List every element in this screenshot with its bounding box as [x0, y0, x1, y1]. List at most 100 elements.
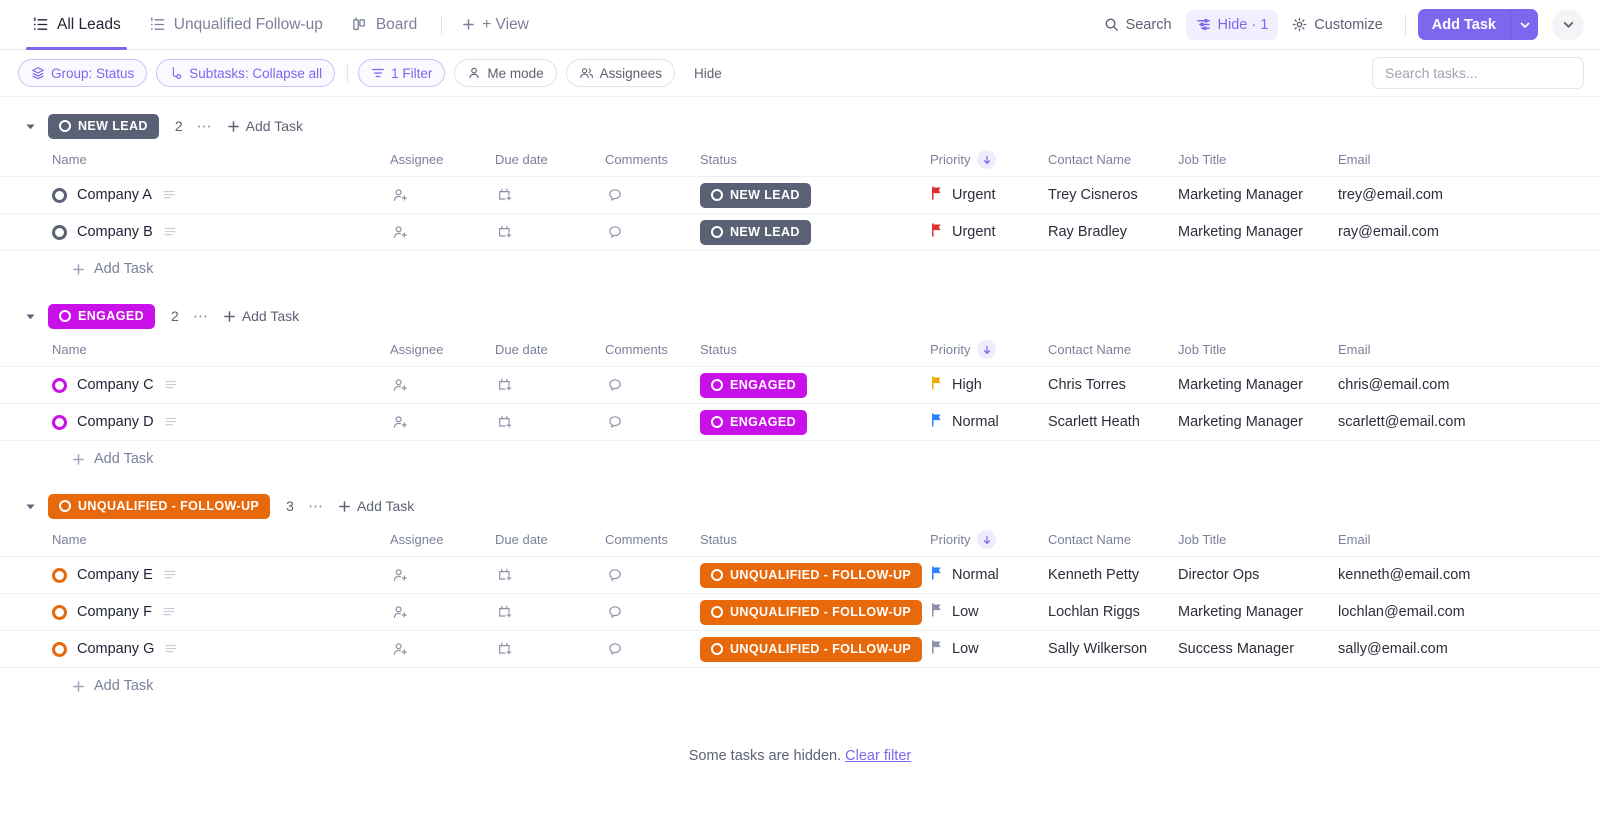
- group-by-chip[interactable]: Group: Status: [18, 59, 147, 87]
- cell-priority[interactable]: Normal: [930, 557, 1048, 594]
- add-due-date-icon[interactable]: [495, 377, 605, 393]
- customize-button[interactable]: Customize: [1282, 10, 1393, 40]
- group-collapse-toggle[interactable]: [20, 501, 40, 512]
- col-header-name[interactable]: Name: [0, 141, 390, 177]
- cell-status[interactable]: NEW LEAD: [700, 214, 930, 251]
- cell-status[interactable]: UNQUALIFIED - FOLLOW-UP: [700, 631, 930, 668]
- col-header-contact-name[interactable]: Contact Name: [1048, 331, 1178, 367]
- cell-contact-name[interactable]: Ray Bradley: [1048, 214, 1178, 251]
- comment-icon[interactable]: [605, 224, 700, 240]
- col-header-email[interactable]: Email: [1338, 331, 1600, 367]
- add-assignee-icon[interactable]: [390, 377, 495, 394]
- cell-status[interactable]: NEW LEAD: [700, 177, 930, 214]
- cell-name[interactable]: Company G: [0, 631, 390, 668]
- task-status-badge[interactable]: ENGAGED: [700, 373, 807, 398]
- cell-due-date[interactable]: [495, 177, 605, 214]
- view-tab-all-leads[interactable]: All Leads: [18, 0, 135, 50]
- cell-priority[interactable]: Normal: [930, 404, 1048, 441]
- comment-icon[interactable]: [605, 377, 700, 393]
- me-mode-chip[interactable]: Me mode: [454, 59, 556, 87]
- cell-priority[interactable]: Low: [930, 594, 1048, 631]
- cell-comments[interactable]: [605, 631, 700, 668]
- table-row[interactable]: Company C ENGAGED: [0, 367, 1600, 404]
- cell-due-date[interactable]: [495, 214, 605, 251]
- group-more-button[interactable]: ⋯: [193, 307, 209, 325]
- task-status-badge[interactable]: UNQUALIFIED - FOLLOW-UP: [700, 600, 922, 625]
- hide-fields-button[interactable]: Hide: [684, 66, 732, 81]
- table-row[interactable]: Company A NEW LEAD: [0, 177, 1600, 214]
- add-assignee-icon[interactable]: [390, 641, 495, 658]
- add-task-row[interactable]: Add Task: [0, 251, 1600, 287]
- add-due-date-icon[interactable]: [495, 187, 605, 203]
- add-due-date-icon[interactable]: [495, 641, 605, 657]
- search-button[interactable]: Search: [1094, 10, 1182, 40]
- add-due-date-icon[interactable]: [495, 567, 605, 583]
- table-row[interactable]: Company D ENGAGED: [0, 404, 1600, 441]
- comment-icon[interactable]: [605, 567, 700, 583]
- task-status-badge[interactable]: ENGAGED: [700, 410, 807, 435]
- cell-comments[interactable]: [605, 214, 700, 251]
- cell-job-title[interactable]: Marketing Manager: [1178, 594, 1338, 631]
- cell-assignee[interactable]: [390, 557, 495, 594]
- cell-comments[interactable]: [605, 177, 700, 214]
- task-status-dot-icon[interactable]: [52, 415, 67, 430]
- group-add-task-button[interactable]: Add Task: [223, 308, 299, 324]
- filter-chip[interactable]: 1 Filter: [358, 59, 445, 87]
- task-status-dot-icon[interactable]: [52, 568, 67, 583]
- cell-assignee[interactable]: [390, 214, 495, 251]
- task-status-dot-icon[interactable]: [52, 225, 67, 240]
- col-header-comments[interactable]: Comments: [605, 521, 700, 557]
- cell-status[interactable]: UNQUALIFIED - FOLLOW-UP: [700, 594, 930, 631]
- col-header-due-date[interactable]: Due date: [495, 141, 605, 177]
- cell-contact-name[interactable]: Lochlan Riggs: [1048, 594, 1178, 631]
- cell-comments[interactable]: [605, 557, 700, 594]
- cell-assignee[interactable]: [390, 367, 495, 404]
- cell-priority[interactable]: High: [930, 367, 1048, 404]
- hide-button[interactable]: Hide · 1: [1186, 10, 1279, 40]
- task-status-dot-icon[interactable]: [52, 642, 67, 657]
- cell-name[interactable]: Company D: [0, 404, 390, 441]
- col-header-email[interactable]: Email: [1338, 521, 1600, 557]
- cell-email[interactable]: trey@email.com: [1338, 177, 1600, 214]
- cell-job-title[interactable]: Success Manager: [1178, 631, 1338, 668]
- add-task-row[interactable]: Add Task: [0, 668, 1600, 704]
- cell-assignee[interactable]: [390, 404, 495, 441]
- col-header-name[interactable]: Name: [0, 521, 390, 557]
- cell-job-title[interactable]: Marketing Manager: [1178, 214, 1338, 251]
- add-assignee-icon[interactable]: [390, 567, 495, 584]
- col-header-job-title[interactable]: Job Title: [1178, 521, 1338, 557]
- col-header-comments[interactable]: Comments: [605, 331, 700, 367]
- search-tasks-input[interactable]: [1385, 65, 1571, 81]
- group-collapse-toggle[interactable]: [20, 311, 40, 322]
- col-header-priority[interactable]: Priority: [930, 331, 1048, 367]
- cell-priority[interactable]: Urgent: [930, 214, 1048, 251]
- col-header-status[interactable]: Status: [700, 141, 930, 177]
- cell-email[interactable]: ray@email.com: [1338, 214, 1600, 251]
- table-row[interactable]: Company F UNQUALIFIED - FOLLOW-: [0, 594, 1600, 631]
- add-assignee-icon[interactable]: [390, 224, 495, 241]
- add-task-dropdown-button[interactable]: [1510, 9, 1538, 40]
- col-header-assignee[interactable]: Assignee: [390, 521, 495, 557]
- comment-icon[interactable]: [605, 604, 700, 620]
- cell-contact-name[interactable]: Kenneth Petty: [1048, 557, 1178, 594]
- cell-status[interactable]: ENGAGED: [700, 367, 930, 404]
- col-header-priority[interactable]: Priority: [930, 141, 1048, 177]
- cell-priority[interactable]: Urgent: [930, 177, 1048, 214]
- col-header-name[interactable]: Name: [0, 331, 390, 367]
- comment-icon[interactable]: [605, 187, 700, 203]
- cell-name[interactable]: Company B: [0, 214, 390, 251]
- cell-contact-name[interactable]: Chris Torres: [1048, 367, 1178, 404]
- add-assignee-icon[interactable]: [390, 414, 495, 431]
- cell-name[interactable]: Company F: [0, 594, 390, 631]
- cell-comments[interactable]: [605, 594, 700, 631]
- task-status-badge[interactable]: NEW LEAD: [700, 183, 811, 208]
- task-status-badge[interactable]: UNQUALIFIED - FOLLOW-UP: [700, 637, 922, 662]
- add-due-date-icon[interactable]: [495, 414, 605, 430]
- add-view-button[interactable]: + View: [452, 16, 539, 34]
- table-row[interactable]: Company G UNQUALIFIED - FOLLOW-: [0, 631, 1600, 668]
- subtasks-chip[interactable]: Subtasks: Collapse all: [156, 59, 335, 87]
- cell-due-date[interactable]: [495, 367, 605, 404]
- col-header-job-title[interactable]: Job Title: [1178, 331, 1338, 367]
- col-header-job-title[interactable]: Job Title: [1178, 141, 1338, 177]
- cell-due-date[interactable]: [495, 594, 605, 631]
